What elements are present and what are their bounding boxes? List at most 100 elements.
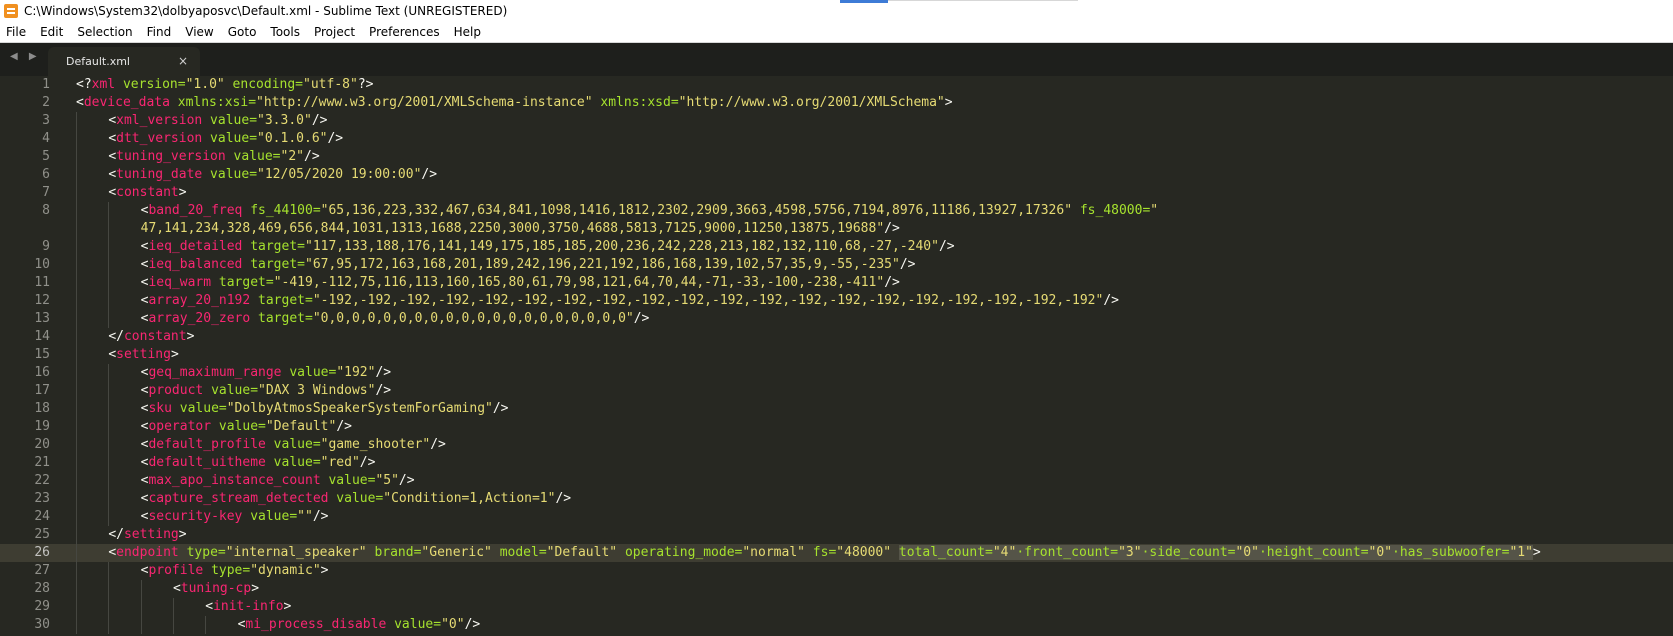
line-number: 19 [34,419,50,434]
code-token: constant [116,185,179,200]
code-token: tuning_date [116,167,203,182]
indent-guide [76,274,108,292]
code-token: "Default" [265,419,337,434]
menu-preferences[interactable]: Preferences [362,22,447,42]
code-text: <endpoint type="internal_speaker" brand=… [76,544,1541,562]
code-line[interactable]: 9 <ieq_detailed target="117,133,188,176,… [0,238,1673,256]
indent-guide [76,526,108,544]
code-line[interactable]: 14 </constant> [0,328,1673,346]
code-token: "48000" [836,545,892,560]
code-line[interactable]: 16 <geq_maximum_range value="192"/> [0,364,1673,382]
code-token: < [108,347,117,362]
code-token: > [170,347,179,362]
menu-view[interactable]: View [178,22,220,42]
line-number: 27 [34,563,50,578]
code-token: value= [320,473,376,488]
menu-help[interactable]: Help [447,22,488,42]
code-line[interactable]: 3 <xml_version value="3.3.0"/> [0,112,1673,130]
code-line[interactable]: 30 <mi_process_disable value="0"/> [0,616,1673,634]
line-number: 4 [42,131,50,146]
code-token: "" [297,509,313,524]
code-line[interactable]: 17 <product value="DAX 3 Windows"/> [0,382,1673,400]
code-line[interactable]: 2 <device_data xmlns:xsi="http://www.w3.o… [0,94,1673,112]
code-token: > [283,599,292,614]
code-token: target= [250,311,313,326]
code-text: <capture_stream_detected value="Conditio… [76,490,571,508]
menu-selection[interactable]: Selection [70,22,139,42]
code-line[interactable]: 24 <security-key value=""/> [0,508,1673,526]
line-number: 24 [34,509,50,524]
code-line[interactable]: 22 <max_apo_instance_count value="5"/> [0,472,1673,490]
code-token: /> [421,167,438,182]
code-token: "65,136,223,332,467,634,841,1098,1416,18… [320,203,1073,218]
code-line[interactable]: 18 <sku value="DolbyAtmosSpeakerSystemFo… [0,400,1673,418]
code-line[interactable]: 23 <capture_stream_detected value="Condi… [0,490,1673,508]
code-text: </constant> [76,328,194,346]
code-token: "1.0" [185,77,225,92]
indent-guide [108,274,140,292]
menu-file[interactable]: File [0,22,33,42]
code-line[interactable]: 4 <dtt_version value="0.1.0.6"/> [0,130,1673,148]
code-line[interactable]: 12 <array_20_n192 target="-192,-192,-192… [0,292,1673,310]
tab-close-icon[interactable]: × [178,47,188,76]
code-text: <device_data xmlns:xsi="http://www.w3.or… [76,94,953,112]
code-line[interactable]: 20 <default_profile value="game_shooter"… [0,436,1673,454]
indent-guide [76,346,108,364]
code-token: sku [148,401,172,416]
code-token: /> [398,473,415,488]
code-text: <init-info> [76,598,291,616]
code-token: setting [123,527,179,542]
code-line[interactable]: 5 <tuning_version value="2"/> [0,148,1673,166]
code-token: target= [250,293,313,308]
code-token: security-key [148,509,243,524]
indent-guide [76,220,108,238]
code-line[interactable]: 13 <array_20_zero target="0,0,0,0,0,0,0,… [0,310,1673,328]
code-text: </setting> [76,526,187,544]
code-token: model= [491,545,547,560]
menu-find[interactable]: Find [140,22,179,42]
code-line[interactable]: 7 <constant> [0,184,1673,202]
code-token: "-419,-112,75,116,113,160,165,80,61,79,9… [273,275,885,290]
code-line[interactable]: 28 <tuning-cp> [0,580,1673,598]
menu-tools[interactable]: Tools [263,22,307,42]
line-number: 17 [34,383,50,398]
indent-guide [76,148,108,166]
code-line[interactable]: 47,141,234,328,469,656,844,1031,1313,168… [0,220,1673,238]
code-line[interactable]: 21 <default_uitheme value="red"/> [0,454,1673,472]
code-line[interactable]: 1 <?xml version="1.0" encoding="utf-8"?> [0,76,1673,94]
code-token: < [172,581,181,596]
indent-guide [76,310,108,328]
code-line[interactable]: 19 <operator value="Default"/> [0,418,1673,436]
code-token: value= [386,617,442,632]
code-line[interactable]: 6 <tuning_date value="12/05/2020 19:00:0… [0,166,1673,184]
code-token: value= [211,419,266,434]
code-line[interactable]: 8 <band_20_freq fs_44100="65,136,223,332… [0,202,1673,220]
code-token: value= [225,149,281,164]
code-line[interactable]: 11 <ieq_warm target="-419,-112,75,116,11… [0,274,1673,292]
code-text: 47,141,234,328,469,656,844,1031,1313,168… [76,220,900,238]
indent-guide [76,616,108,634]
code-text: <sku value="DolbyAtmosSpeakerSystemForGa… [76,400,509,418]
menu-project[interactable]: Project [307,22,362,42]
code-token: /> [884,221,900,236]
line-number: 23 [34,491,50,506]
code-line[interactable]: 10 <ieq_balanced target="67,95,172,163,1… [0,256,1673,274]
code-text: <tuning-cp> [76,580,259,598]
menu-goto[interactable]: Goto [221,22,264,42]
line-number: 1 [42,77,50,92]
indent-guide [76,112,108,130]
code-line[interactable]: 27 <profile type="dynamic"> [0,562,1673,580]
tab-nav-arrows-icon[interactable]: ◀ ▶ [10,51,41,62]
code-editor[interactable]: 1 <?xml version="1.0" encoding="utf-8"?> 2… [0,76,1673,636]
tab-bar: ◀ ▶ Default.xml × [0,43,1673,76]
code-line[interactable]: 26 <endpoint type="internal_speaker" bra… [0,544,1673,562]
code-line[interactable]: 15 <setting> [0,346,1673,364]
code-line[interactable]: 25 </setting> [0,526,1673,544]
code-line[interactable]: 29 <init-info> [0,598,1673,616]
window-title: C:\Windows\System32\dolbyaposvc\Default.… [24,4,508,18]
menu-edit[interactable]: Edit [33,22,70,42]
code-token: "0.1.0.6" [257,131,328,146]
tab-default-xml[interactable]: Default.xml × [48,47,200,76]
code-token: </ [108,527,124,542]
indent-guide [108,202,140,220]
